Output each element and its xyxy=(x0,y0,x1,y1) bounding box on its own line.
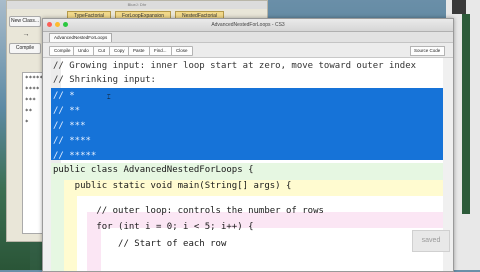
save-status-indicator: saved xyxy=(412,230,450,252)
code-line-text: // outer loop: controls the number of ro… xyxy=(53,206,324,216)
compile-button[interactable]: Compile xyxy=(9,43,41,54)
code-line[interactable]: // Start of each row xyxy=(51,236,443,252)
code-line-selected[interactable]: // **** xyxy=(51,133,443,149)
cut-button[interactable]: Cut xyxy=(93,46,111,56)
background-window-corner xyxy=(452,0,466,14)
paste-button[interactable]: Paste xyxy=(128,46,150,56)
code-area[interactable]: // Growing input: inner loop start at ze… xyxy=(51,58,443,271)
maximize-window-button[interactable] xyxy=(63,22,68,27)
find-button[interactable]: Find... xyxy=(149,46,172,56)
code-line[interactable]: public class AdvancedNestedForLoops { xyxy=(51,162,443,178)
minimize-window-button[interactable] xyxy=(55,22,60,27)
editor-toolbar: Compile Undo Cut Copy Paste Find... Clos… xyxy=(43,43,453,58)
code-line-selected[interactable]: // ** xyxy=(51,103,443,119)
compile-button[interactable]: Compile xyxy=(49,46,76,56)
text-cursor-icon: ⌶ xyxy=(107,95,111,101)
editor-title-bar: AdvancedNestedForLoops - CS3 xyxy=(43,19,453,32)
tab-advancednestedforloops[interactable]: AdvancedNestedForLoops xyxy=(49,33,113,42)
background-window-strip xyxy=(462,14,470,214)
code-line-text: // Start of each row xyxy=(53,239,227,249)
code-line[interactable]: for (int i = 0; i < 5; i++) { xyxy=(51,219,443,235)
undo-button[interactable]: Undo xyxy=(73,46,94,56)
view-mode-select[interactable]: Source Code xyxy=(410,46,445,56)
code-line-text: public static void main(String[] args) { xyxy=(53,181,292,191)
code-line-text: for (int i = 0; i < 5; i++) { xyxy=(53,222,254,232)
code-line-text: // ** xyxy=(53,106,81,116)
editor-tab-bar: AdvancedNestedForLoops xyxy=(43,32,453,43)
close-window-button[interactable] xyxy=(47,22,52,27)
window-controls xyxy=(47,22,68,27)
code-line-text: // * xyxy=(53,91,75,101)
editor-window-title: AdvancedNestedForLoops - CS3 xyxy=(211,22,285,28)
code-editor-window: AdvancedNestedForLoops - CS3 AdvancedNes… xyxy=(42,18,454,272)
main-window-sidebar: New Class... → Compile xyxy=(9,13,43,57)
main-window-title: BlueJ: Dhr xyxy=(7,1,267,9)
code-line[interactable]: public static void main(String[] args) { xyxy=(51,178,443,194)
code-line-text: // *** xyxy=(53,121,86,131)
code-line-selected[interactable]: // *** xyxy=(51,118,443,134)
code-line-selected[interactable]: // ***** xyxy=(51,148,443,161)
close-button[interactable]: Close xyxy=(171,46,193,56)
new-class-button[interactable]: New Class... xyxy=(9,16,41,27)
copy-button[interactable]: Copy xyxy=(109,46,130,56)
code-line-text: public class AdvancedNestedForLoops { xyxy=(53,165,254,175)
code-line-text: // **** xyxy=(53,136,91,146)
code-line[interactable]: // outer loop: controls the number of ro… xyxy=(51,203,443,219)
arrow-icon[interactable]: → xyxy=(9,30,43,40)
